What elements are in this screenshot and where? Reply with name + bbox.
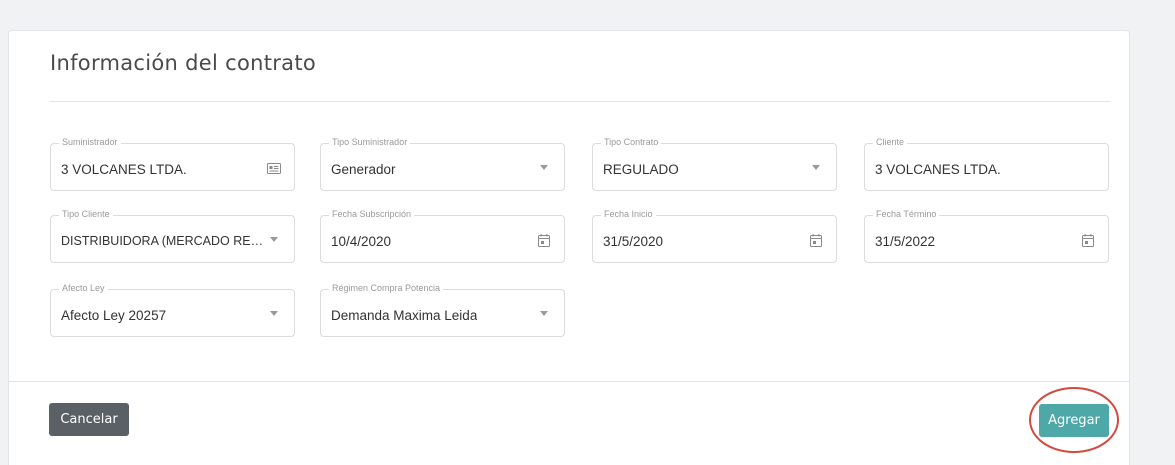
field-value: 10/4/2020 xyxy=(331,234,392,249)
field-value: 31/5/2020 xyxy=(603,234,664,249)
fecha-termino-field[interactable]: Fecha Término 31/5/2022 xyxy=(864,209,1109,263)
footer-divider xyxy=(9,381,1129,382)
id-card-icon[interactable] xyxy=(266,160,282,176)
field-label: Tipo Contrato xyxy=(601,137,662,147)
field-value: Afecto Ley 20257 xyxy=(61,308,167,323)
field-value: Generador xyxy=(331,162,396,177)
fecha-subscripcion-field[interactable]: Fecha Subscripción 10/4/2020 xyxy=(320,209,565,263)
chevron-down-icon[interactable] xyxy=(540,165,548,170)
highlight-annotation xyxy=(1029,387,1119,453)
field-value: 3 VOLCANES LTDA. xyxy=(875,162,1001,177)
field-value: Demanda Maxima Leida xyxy=(331,308,478,323)
calendar-icon[interactable] xyxy=(808,232,824,248)
field-label: Fecha Inicio xyxy=(601,209,656,219)
calendar-icon[interactable] xyxy=(1080,232,1096,248)
field-label: Suministrador xyxy=(59,137,121,147)
field-label: Tipo Cliente xyxy=(59,209,113,219)
field-label: Afecto Ley xyxy=(59,283,108,293)
contract-info-card: Información del contrato Suministrador 3… xyxy=(8,30,1130,465)
card-title: Información del contrato xyxy=(50,51,317,75)
title-divider xyxy=(50,101,1110,102)
field-value: REGULADO xyxy=(603,162,679,177)
fecha-inicio-field[interactable]: Fecha Inicio 31/5/2020 xyxy=(592,209,837,263)
cancel-button[interactable]: Cancelar xyxy=(49,403,129,436)
cliente-field[interactable]: Cliente 3 VOLCANES LTDA. xyxy=(864,137,1109,191)
field-label: Fecha Término xyxy=(873,209,940,219)
calendar-icon[interactable] xyxy=(536,232,552,248)
chevron-down-icon[interactable] xyxy=(270,237,278,242)
chevron-down-icon[interactable] xyxy=(812,165,820,170)
field-label: Fecha Subscripción xyxy=(329,209,415,219)
field-value: DISTRIBUIDORA (MERCADO REG... xyxy=(61,234,266,248)
field-value: 31/5/2022 xyxy=(875,234,936,249)
tipo-suministrador-select[interactable]: Tipo Suministrador Generador xyxy=(320,137,565,191)
field-value: 3 VOLCANES LTDA. xyxy=(61,162,187,177)
regimen-compra-potencia-select[interactable]: Régimen Compra Potencia Demanda Maxima L… xyxy=(320,283,565,337)
afecto-ley-select[interactable]: Afecto Ley Afecto Ley 20257 xyxy=(50,283,295,337)
field-label: Cliente xyxy=(873,137,908,147)
suministrador-field[interactable]: Suministrador 3 VOLCANES LTDA. xyxy=(50,137,295,191)
tipo-contrato-select[interactable]: Tipo Contrato REGULADO xyxy=(592,137,837,191)
chevron-down-icon[interactable] xyxy=(540,311,548,316)
field-label: Tipo Suministrador xyxy=(329,137,411,147)
field-label: Régimen Compra Potencia xyxy=(329,283,444,293)
chevron-down-icon[interactable] xyxy=(270,311,278,316)
tipo-cliente-select[interactable]: Tipo Cliente DISTRIBUIDORA (MERCADO REG.… xyxy=(50,209,295,263)
